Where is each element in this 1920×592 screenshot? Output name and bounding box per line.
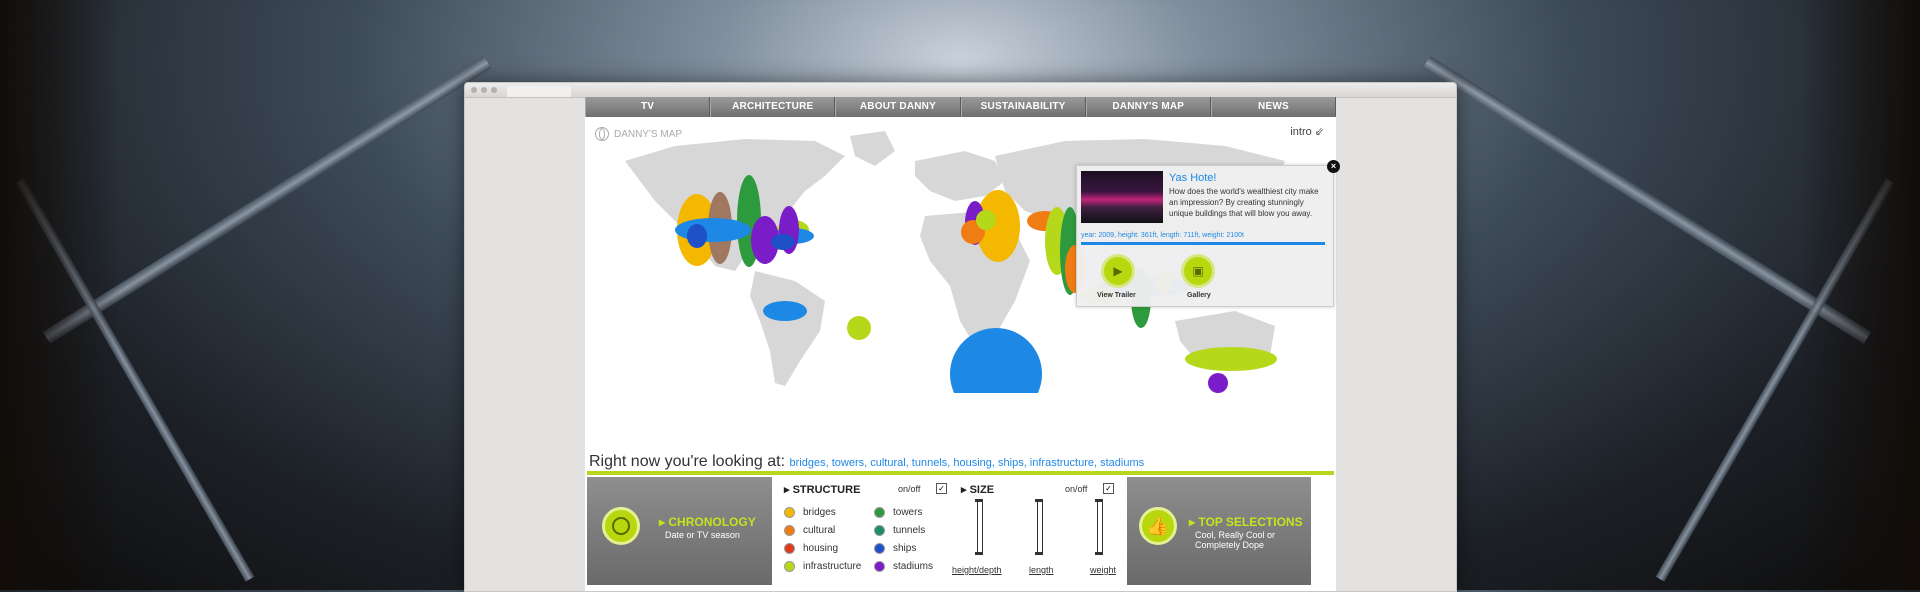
map-marker[interactable]	[1185, 347, 1277, 371]
structure-panel: ▸ STRUCTURE on/off ✓ bridges cultural hous…	[772, 477, 957, 585]
length-slider[interactable]	[1035, 499, 1043, 555]
top-selections-title: ▸ TOP SELECTIONS	[1189, 515, 1303, 529]
structure-toggle-checkbox[interactable]: ✓	[936, 483, 947, 494]
structure-title: ▸ STRUCTURE	[784, 484, 861, 496]
legend-item-bridges[interactable]: bridges	[784, 507, 836, 518]
map-marker[interactable]	[950, 328, 1042, 393]
legend-dot-icon	[784, 525, 795, 536]
browser-tab[interactable]	[507, 86, 571, 97]
legend-item-stadiums[interactable]: stadiums	[874, 561, 933, 572]
legend-label: stadiums	[893, 561, 934, 572]
legend-label: ships	[893, 543, 917, 554]
maximize-dot[interactable]	[491, 87, 497, 93]
size-toggle-checkbox[interactable]: ✓	[1103, 483, 1114, 494]
weight-label[interactable]: weight	[1090, 565, 1116, 575]
map-marker[interactable]	[687, 224, 707, 248]
legend-dot-icon	[784, 561, 795, 572]
top-selections-subtitle: Cool, Really Cool or Completely Dope	[1195, 530, 1276, 550]
south-america	[750, 271, 825, 386]
nav-tv[interactable]: TV	[585, 97, 711, 117]
browser-titlebar	[465, 83, 1456, 98]
height-slider[interactable]	[975, 499, 983, 555]
greenland	[850, 131, 895, 166]
legend-item-infrastructure[interactable]: infrastructure	[784, 561, 861, 572]
legend-label: towers	[893, 507, 923, 518]
play-icon[interactable]: ▶	[1101, 254, 1135, 288]
legend-label: housing	[803, 543, 839, 554]
map-marker[interactable]	[976, 210, 996, 230]
divider	[587, 471, 1334, 475]
size-title: ▸ SIZE	[961, 484, 995, 496]
legend-item-housing[interactable]: housing	[784, 543, 838, 554]
clock-icon	[602, 507, 640, 545]
popup-thumbnail[interactable]	[1081, 171, 1163, 223]
bg-shade	[1800, 0, 1920, 590]
main-nav: TV ARCHITECTURE ABOUT DANNY SUSTAINABILI…	[585, 97, 1337, 117]
map-marker[interactable]	[771, 234, 795, 250]
site: TV ARCHITECTURE ABOUT DANNY SUSTAINABILI…	[585, 97, 1340, 591]
legend-label: tunnels	[893, 525, 926, 536]
bg-shade	[0, 0, 120, 590]
height-label[interactable]: height/depth	[952, 565, 1002, 575]
nav-sustainability[interactable]: SUSTAINABILITY	[960, 97, 1086, 117]
popup-bar	[1081, 242, 1325, 245]
nav-architecture[interactable]: ARCHITECTURE	[710, 97, 836, 117]
popup-title[interactable]: Yas Hote!	[1169, 172, 1217, 184]
map-marker[interactable]	[675, 218, 751, 242]
legend-dot-icon	[874, 543, 885, 554]
minimize-dot[interactable]	[481, 87, 487, 93]
info-popup: × Yas Hote! How does the world's wealthi…	[1076, 160, 1340, 307]
legend-dot-icon	[874, 561, 885, 572]
nav-about-danny[interactable]: ABOUT DANNY	[835, 97, 961, 117]
legend-label: bridges	[803, 507, 836, 518]
looking-at-bar: Right now you're looking at: bridges, to…	[589, 453, 1144, 471]
looking-at-categories[interactable]: bridges, towers, cultural, tunnels, hous…	[790, 457, 1145, 469]
legend-dot-icon	[874, 525, 885, 536]
chronology-title: ▸ CHRONOLOGY	[659, 515, 756, 529]
legend-item-ships[interactable]: ships	[874, 543, 916, 554]
map-marker[interactable]	[847, 316, 871, 340]
close-icon[interactable]: ×	[1327, 160, 1340, 173]
legend-item-tunnels[interactable]: tunnels	[874, 525, 925, 536]
nav-news[interactable]: NEWS	[1210, 97, 1337, 117]
filter-panel: ▸ CHRONOLOGY Date or TV season ▸ STRUCTU…	[585, 477, 1336, 591]
looking-at-label: Right now you're looking at:	[589, 453, 786, 470]
size-panel: ▸ SIZE on/off ✓ height/depth length weig…	[952, 477, 1127, 585]
weight-slider[interactable]	[1095, 499, 1103, 555]
gallery-label[interactable]: Gallery	[1187, 292, 1211, 299]
chronology-panel[interactable]: ▸ CHRONOLOGY Date or TV season	[587, 477, 772, 585]
size-onoff-label: on/off	[1065, 484, 1088, 494]
nav-dannys-map[interactable]: DANNY'S MAP	[1085, 97, 1211, 117]
close-dot[interactable]	[471, 87, 477, 93]
map-marker[interactable]	[763, 301, 807, 321]
top-selections-panel[interactable]: 👍 ▸ TOP SELECTIONS Cool, Really Cool or …	[1127, 477, 1311, 585]
thumbs-up-icon: 👍	[1139, 507, 1177, 545]
map-marker[interactable]	[1208, 373, 1228, 393]
browser-window: TV ARCHITECTURE ABOUT DANNY SUSTAINABILI…	[464, 82, 1457, 592]
popup-stats: year: 2009, height: 361ft, length: 711ft…	[1081, 232, 1244, 239]
legend-dot-icon	[784, 507, 795, 518]
legend-label: infrastructure	[803, 561, 862, 572]
chronology-subtitle: Date or TV season	[665, 530, 740, 540]
legend-item-towers[interactable]: towers	[874, 507, 922, 518]
legend-item-cultural[interactable]: cultural	[784, 525, 835, 536]
gallery-icon[interactable]: ▣	[1181, 254, 1215, 288]
legend-dot-icon	[874, 507, 885, 518]
length-label[interactable]: length	[1029, 565, 1054, 575]
north-america	[625, 139, 845, 271]
legend-label: cultural	[803, 525, 836, 536]
popup-description: How does the world's wealthiest city mak…	[1169, 187, 1319, 218]
view-trailer-label[interactable]: View Trailer	[1097, 292, 1136, 299]
legend-dot-icon	[784, 543, 795, 554]
structure-onoff-label: on/off	[898, 484, 921, 494]
